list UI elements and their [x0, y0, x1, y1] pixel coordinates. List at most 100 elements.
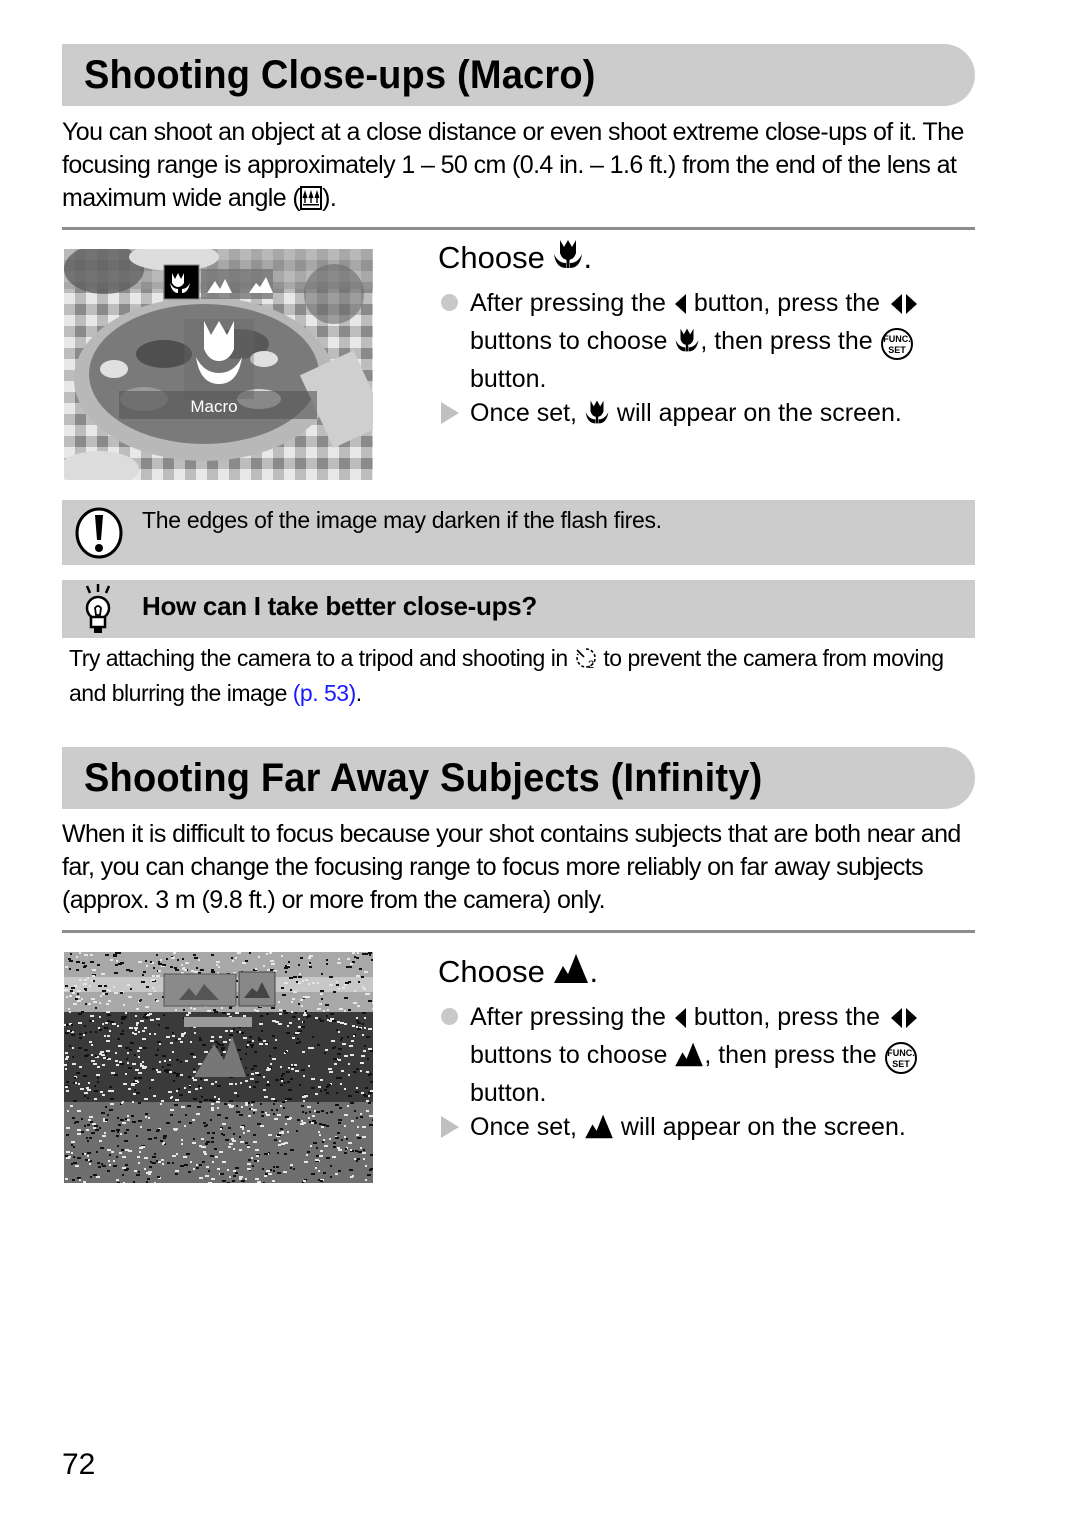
- photo-texture-speck: [193, 1168, 195, 1170]
- photo-texture-speck: [181, 964, 183, 966]
- macro-step-instruction: After pressing the button, press the but…: [438, 286, 978, 396]
- photo-texture-speck: [126, 1129, 129, 1131]
- photo-texture-speck: [320, 1020, 324, 1022]
- photo-texture-speck: [245, 1080, 248, 1082]
- photo-texture-speck: [72, 992, 75, 994]
- photo-texture-speck: [144, 1168, 146, 1170]
- photo-texture-speck: [257, 1074, 261, 1076]
- photo-texture-speck: [72, 1179, 75, 1181]
- photo-texture-speck: [247, 1146, 250, 1148]
- photo-texture-speck: [206, 1166, 209, 1168]
- photo-texture-speck: [330, 1176, 332, 1178]
- photo-texture-speck: [162, 964, 166, 966]
- photo-texture-speck: [194, 971, 198, 973]
- photo-texture-speck: [175, 1170, 179, 1172]
- photo-texture-speck: [150, 1019, 154, 1021]
- photo-texture-speck: [122, 1122, 126, 1124]
- photo-texture-speck: [158, 1161, 161, 1163]
- photo-texture-speck: [85, 1003, 87, 1005]
- photo-texture-speck: [167, 1162, 170, 1164]
- step-title-suffix: .: [589, 954, 599, 989]
- photo-texture-speck: [70, 1030, 72, 1032]
- left-arrow-button-icon: [673, 290, 687, 324]
- photo-texture-speck: [273, 1166, 275, 1168]
- photo-texture-speck: [72, 1063, 76, 1065]
- photo-texture-speck: [206, 1124, 208, 1126]
- photo-texture-speck: [211, 971, 215, 973]
- photo-texture-speck: [163, 1137, 166, 1139]
- photo-texture-speck: [323, 1139, 325, 1141]
- photo-texture-speck: [121, 1102, 123, 1104]
- photo-texture-speck: [139, 1151, 141, 1153]
- photo-texture-speck: [254, 1009, 256, 1011]
- photo-texture-speck: [367, 1058, 369, 1060]
- photo-texture-speck: [250, 1078, 254, 1080]
- photo-texture-speck: [77, 1177, 81, 1179]
- photo-texture-speck: [298, 1003, 300, 1005]
- photo-texture-speck: [178, 1038, 181, 1040]
- photo-texture-speck: [325, 1004, 329, 1006]
- photo-texture-speck: [362, 953, 366, 955]
- photo-texture-speck: [284, 982, 288, 984]
- photo-texture-speck: [120, 1033, 124, 1035]
- photo-texture-speck: [172, 1155, 176, 1157]
- photo-texture-speck: [316, 1111, 320, 1113]
- photo-texture-speck: [281, 987, 284, 989]
- photo-texture-speck: [291, 1064, 293, 1066]
- photo-texture-speck: [341, 1139, 343, 1141]
- photo-texture-speck: [361, 1092, 364, 1094]
- photo-texture-speck: [318, 1086, 321, 1088]
- photo-texture-speck: [217, 1107, 219, 1109]
- photo-texture-speck: [323, 1010, 325, 1012]
- photo-texture-speck: [102, 1094, 105, 1096]
- photo-texture-speck: [205, 1175, 209, 1177]
- photo-texture-speck: [310, 1145, 312, 1147]
- photo-texture-speck: [366, 1071, 369, 1073]
- photo-texture-speck: [140, 1020, 144, 1022]
- photo-texture-speck: [309, 1111, 311, 1113]
- photo-texture-speck: [173, 952, 176, 954]
- photo-texture-speck: [178, 1088, 180, 1090]
- photo-texture-speck: [297, 1119, 300, 1121]
- photo-texture-speck: [199, 1177, 203, 1179]
- photo-texture-speck: [193, 954, 196, 956]
- photo-texture-speck: [323, 1172, 326, 1174]
- photo-texture-speck: [107, 1114, 109, 1116]
- photo-texture-speck: [199, 1039, 202, 1041]
- photo-texture-speck: [76, 996, 80, 998]
- photo-texture-speck: [350, 966, 352, 968]
- photo-texture-speck: [104, 1035, 106, 1037]
- photo-texture-speck: [351, 1120, 354, 1122]
- photo-texture-speck: [300, 1123, 304, 1125]
- photo-texture-speck: [129, 1049, 132, 1051]
- photo-texture-speck: [252, 1040, 254, 1042]
- photo-texture-speck: [137, 1156, 140, 1158]
- photo-texture-speck: [65, 1068, 67, 1070]
- macro-tulip-icon: [584, 399, 610, 434]
- photo-texture-speck: [341, 1037, 343, 1039]
- photo-texture-speck: [131, 1115, 134, 1117]
- result-text: will appear on the screen.: [620, 1113, 906, 1141]
- photo-texture-speck: [199, 1037, 201, 1039]
- photo-texture-speck: [114, 1074, 118, 1076]
- photo-texture-speck: [312, 1036, 314, 1038]
- photo-texture-speck: [271, 1109, 273, 1111]
- photo-texture-speck: [91, 1044, 93, 1046]
- photo-texture-speck: [237, 952, 241, 954]
- photo-texture-speck: [249, 952, 251, 954]
- photo-texture-speck: [193, 1068, 195, 1070]
- photo-texture-speck: [334, 1046, 336, 1048]
- photo-texture-speck: [300, 999, 303, 1001]
- photo-texture-speck: [347, 1105, 349, 1107]
- photo-texture-speck: [214, 1148, 217, 1150]
- instruction-text: buttons to choose: [470, 327, 668, 355]
- photo-texture-speck: [181, 1139, 183, 1141]
- photo-texture-speck: [340, 1022, 344, 1024]
- step-title-text: Choose: [438, 954, 545, 989]
- page-53-link[interactable]: (p. 53): [293, 680, 356, 706]
- photo-texture-speck: [128, 1067, 132, 1069]
- photo-texture-speck: [84, 979, 87, 981]
- photo-texture-speck: [66, 1090, 69, 1092]
- photo-texture-speck: [86, 1087, 89, 1089]
- photo-texture-speck: [79, 1179, 81, 1181]
